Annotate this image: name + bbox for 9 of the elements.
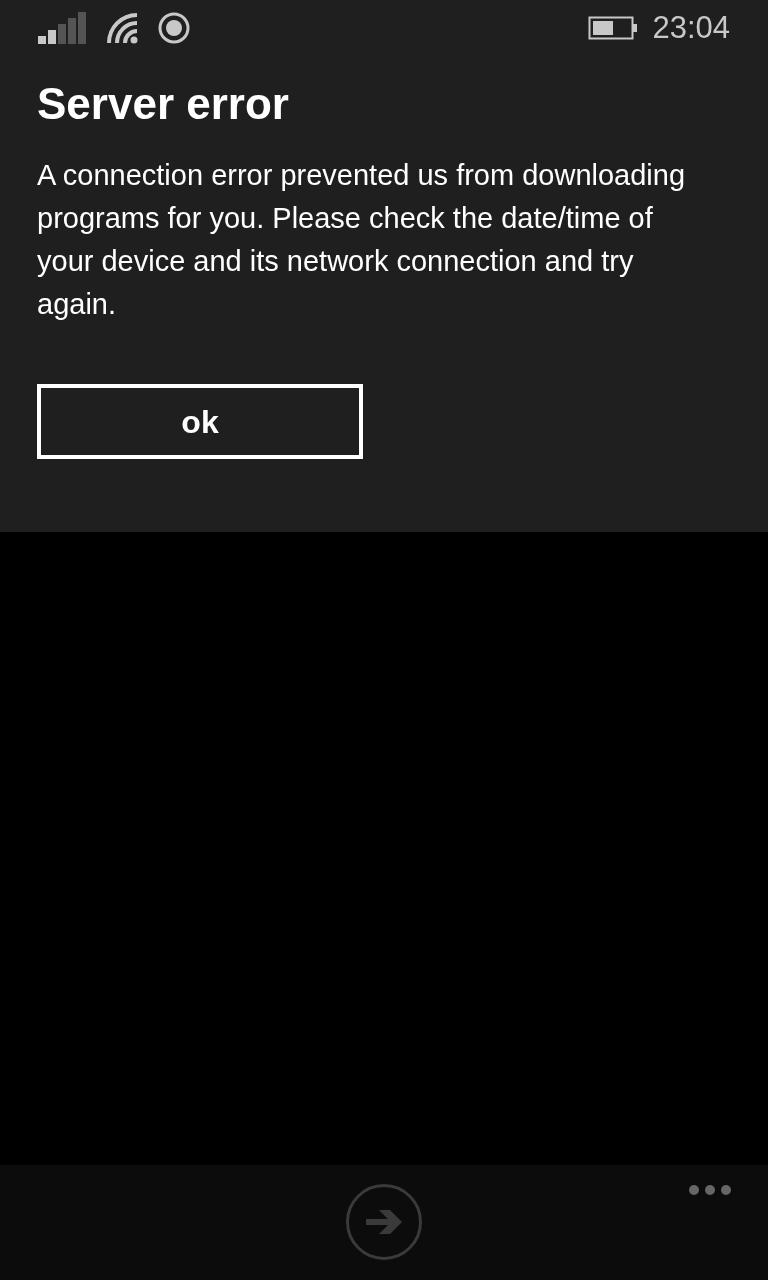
signal-icon — [38, 12, 88, 44]
dialog-message: A connection error prevented us from downloading programs for you. Please check the date/time of your device and its network connection and try again. — [37, 158, 687, 322]
battery-icon — [588, 16, 639, 40]
wifi-icon — [106, 12, 140, 44]
more-icon[interactable] — [688, 1184, 732, 1196]
location-icon — [158, 12, 190, 44]
clock-time: 23:04 — [652, 8, 730, 47]
dialog-title: Server error — [37, 78, 289, 130]
ok-button[interactable]: ok — [37, 384, 363, 459]
